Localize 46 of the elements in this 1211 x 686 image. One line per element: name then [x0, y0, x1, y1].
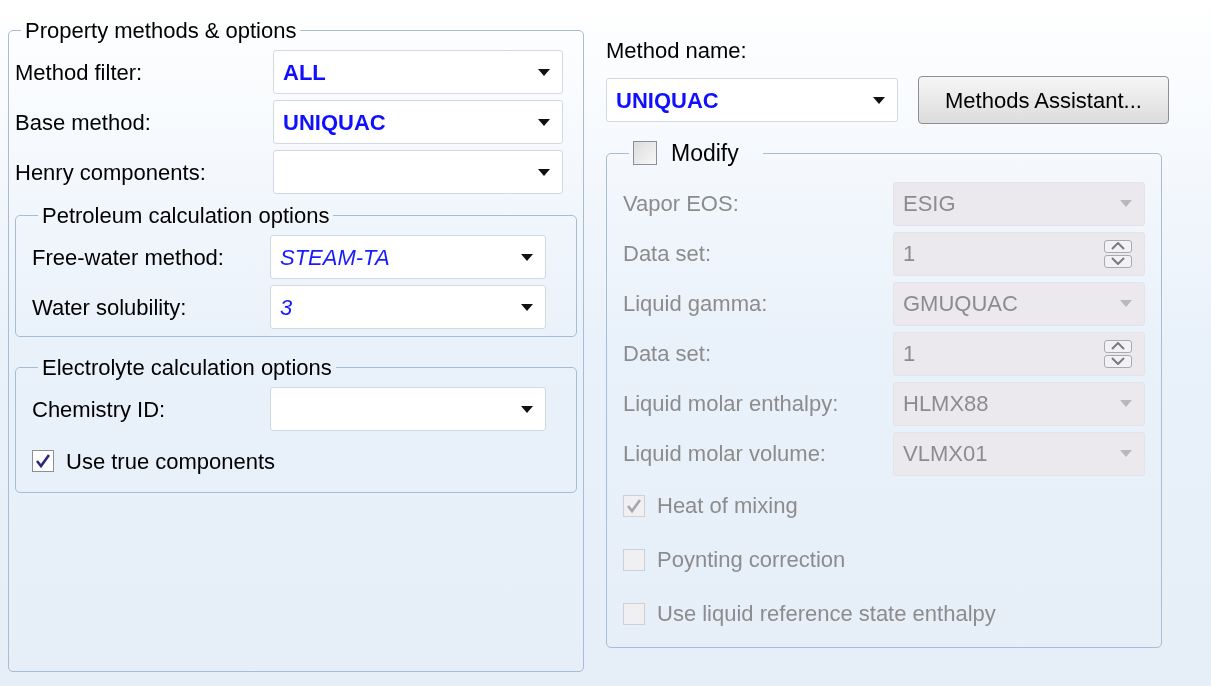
- chevron-up-icon: [1111, 242, 1125, 250]
- caret-icon: [521, 303, 533, 311]
- chevron-up-icon: [1111, 342, 1125, 350]
- group-title: Petroleum calculation options: [41, 202, 331, 230]
- checkbox[interactable]: [633, 141, 657, 166]
- methods-assistant-button[interactable]: Methods Assistant...: [918, 76, 1169, 124]
- dropdown-field[interactable]: UNIQUAC: [606, 78, 898, 122]
- caret-icon: [1120, 300, 1132, 307]
- caret-icon: [873, 96, 885, 104]
- method-name-label: Method name:: [606, 37, 748, 64]
- checkbox-label: Poynting correction: [657, 546, 846, 574]
- field-label: Liquid molar volume:: [623, 440, 827, 468]
- caret-icon: [1120, 200, 1132, 207]
- checkbox-label: Use true components: [66, 447, 276, 476]
- field-label: Henry components:: [15, 158, 207, 187]
- checkbox-label: Heat of mixing: [657, 492, 798, 520]
- field-label: Liquid gamma:: [623, 290, 769, 318]
- caret-icon: [538, 118, 550, 126]
- field-label: Data set:: [623, 340, 713, 368]
- field-label: Method filter:: [15, 58, 144, 87]
- chevron-down-icon: [1111, 357, 1125, 365]
- dropdown-field[interactable]: [270, 387, 546, 431]
- field-label: Free-water method:: [32, 243, 225, 272]
- field-label: Water solubility:: [32, 293, 188, 322]
- dropdown-field[interactable]: ALL: [273, 50, 563, 94]
- caret-icon: [521, 405, 533, 413]
- caret-icon: [1120, 450, 1132, 457]
- checkbox[interactable]: [32, 450, 54, 472]
- field-label: Vapor EOS:: [623, 190, 740, 218]
- group-title: Electrolyte calculation options: [41, 354, 333, 382]
- dropdown-field[interactable]: 3: [270, 285, 546, 329]
- caret-icon: [538, 68, 550, 76]
- field-label: Liquid molar enthalpy:: [623, 390, 840, 418]
- field-label: Base method:: [15, 108, 152, 137]
- checkbox-label: Use liquid reference state enthalpy: [657, 600, 996, 628]
- group-title: Property methods & options: [24, 17, 298, 45]
- caret-icon: [538, 168, 550, 176]
- field-label: Data set:: [623, 240, 713, 268]
- caret-icon: [1120, 400, 1132, 407]
- chevron-down-icon: [1111, 257, 1125, 265]
- checkbox-label: Modify: [671, 139, 739, 168]
- caret-icon: [521, 253, 533, 261]
- dropdown-field[interactable]: STEAM-TA: [270, 235, 546, 279]
- dropdown-field[interactable]: [273, 150, 563, 194]
- field-label: Chemistry ID:: [32, 395, 167, 424]
- dropdown-field[interactable]: UNIQUAC: [273, 100, 563, 144]
